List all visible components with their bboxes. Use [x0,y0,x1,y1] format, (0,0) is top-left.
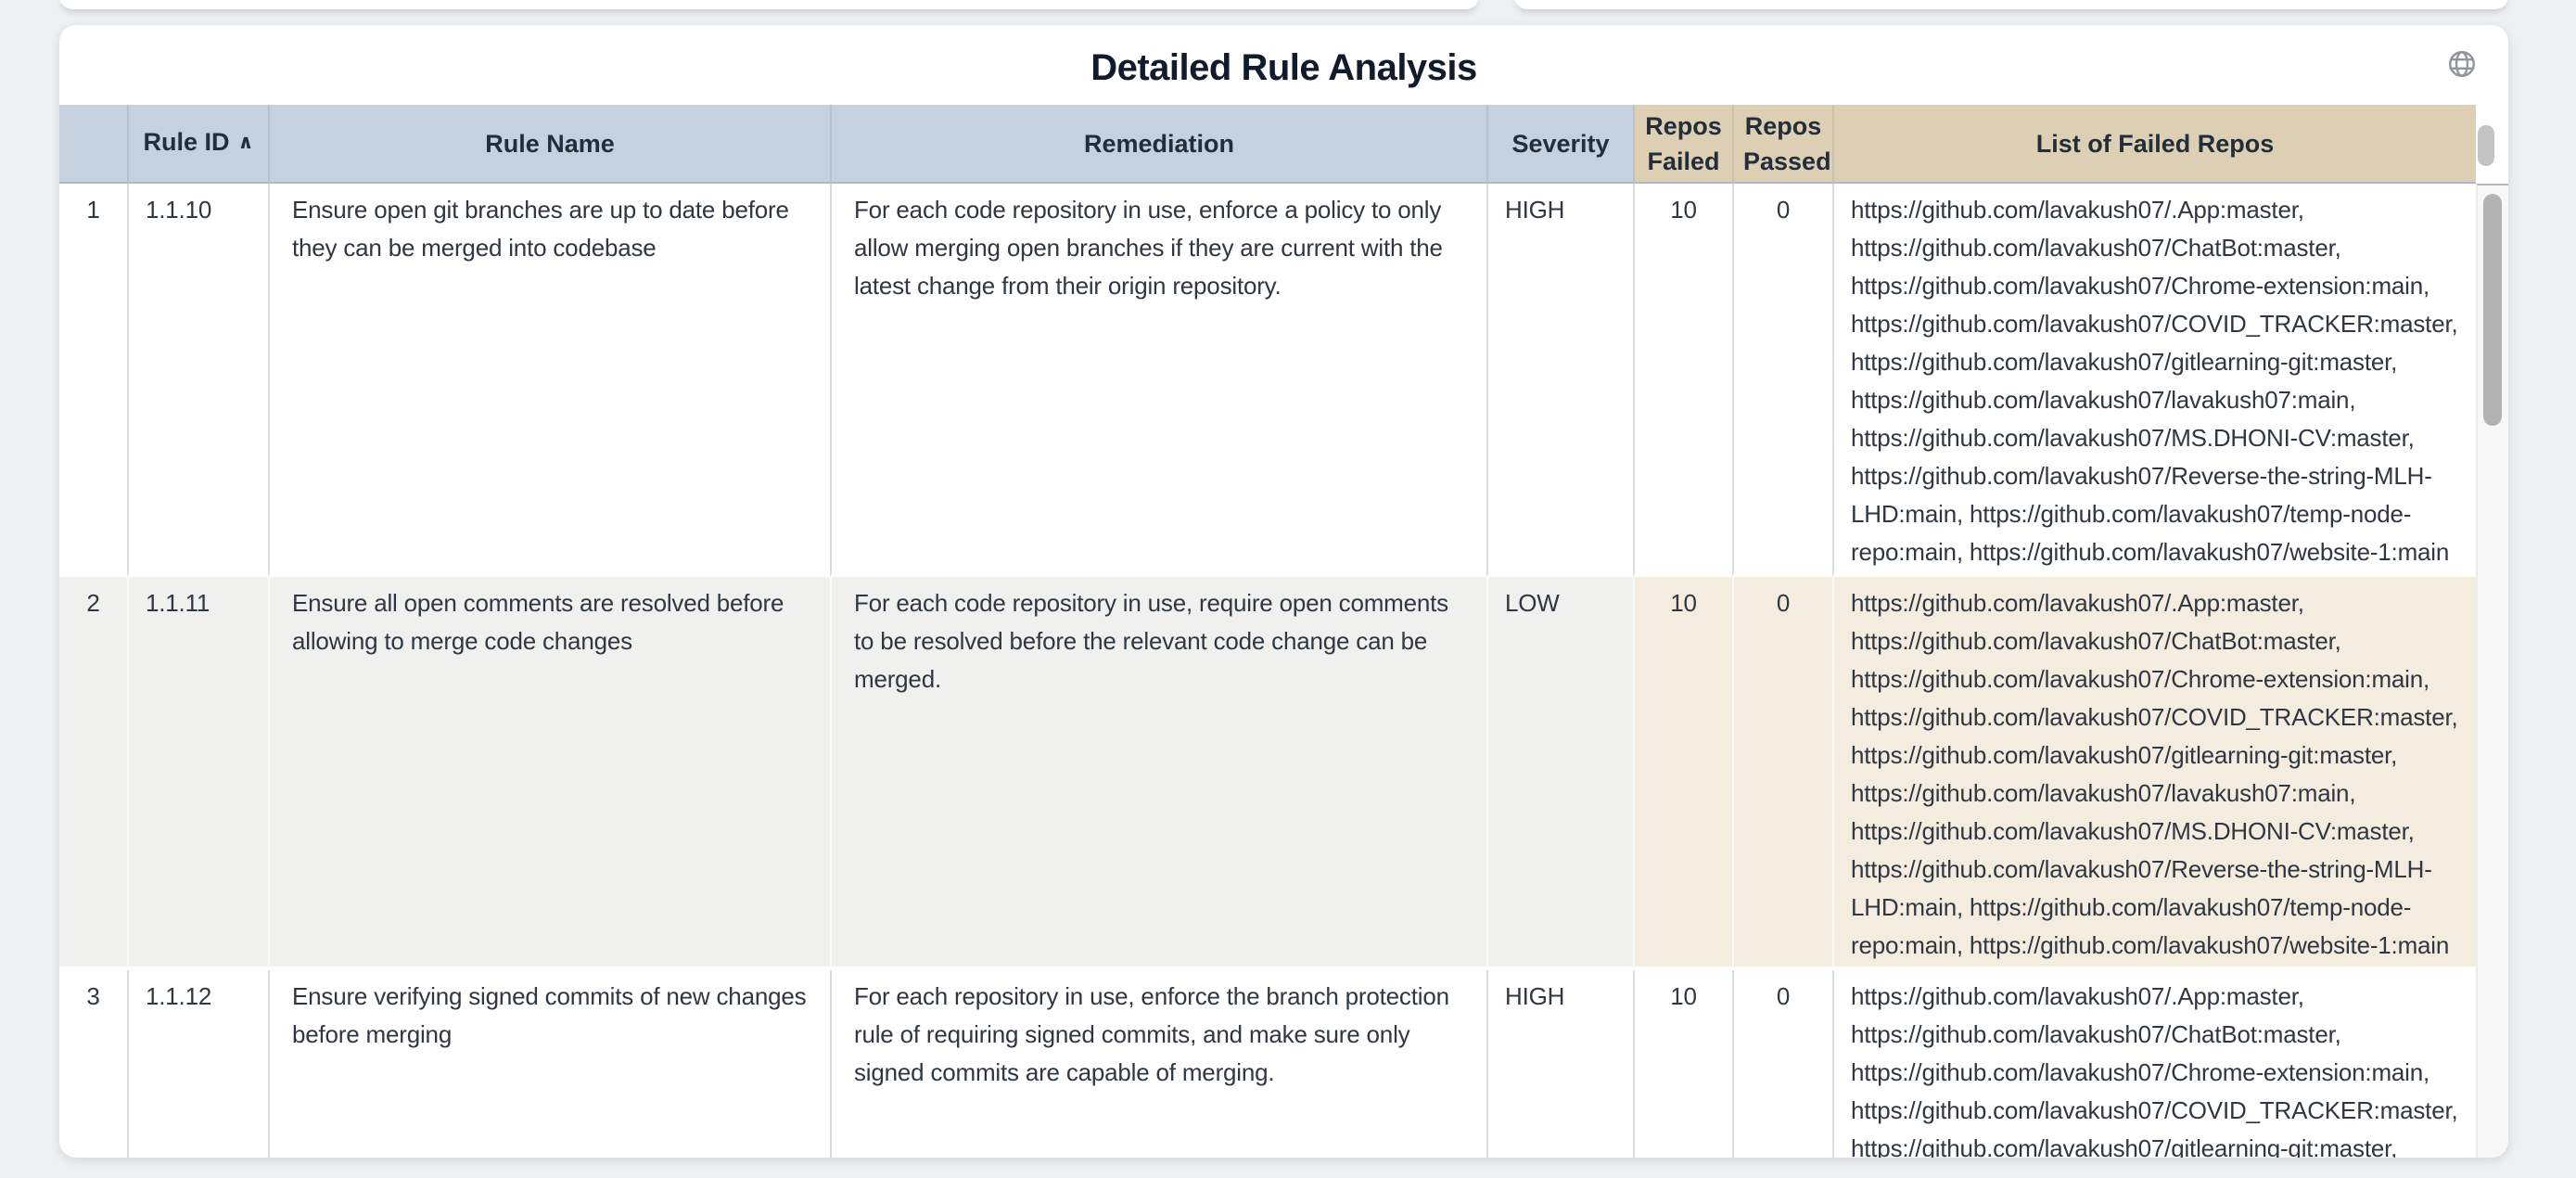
cell-repos-passed: 0 [1732,184,1832,577]
cell-rule-id: 1.1.11 [127,577,268,970]
cell-remediation: For each repository in use, enforce the … [830,970,1486,1158]
column-header-repos_failed[interactable]: Repos Failed [1633,105,1732,184]
cell-remediation: For each code repository in use, require… [830,577,1486,970]
cell-severity: LOW [1486,577,1633,970]
detailed-rule-analysis-card: Detailed Rule Analysis Rule ID ∧ Rule Name… [59,25,2508,1158]
table-row: 21.1.11Ensure all open comments are reso… [59,577,2476,970]
card-header: Detailed Rule Analysis [59,25,2508,105]
page-title: Detailed Rule Analysis [59,25,2508,88]
scrollbar-thumb[interactable] [2483,194,2502,426]
card-above-right-sliver [1514,0,2508,9]
column-header-label: Severity [1511,130,1609,158]
card-above-left-sliver [59,0,1479,9]
cell-severity: HIGH [1486,184,1633,577]
column-header-remediation[interactable]: Remediation [830,105,1486,184]
column-header-label: Repos Failed [1645,112,1722,175]
scrollbar-thumb-fragment [2478,125,2494,166]
cell-severity: HIGH [1486,970,1633,1158]
cell-repos-failed: 10 [1633,184,1732,577]
vertical-scrollbar[interactable] [2476,184,2508,1158]
cell-failed-repos: https://github.com/lavakush07/.App:maste… [1832,970,2476,1158]
column-header-rule_name[interactable]: Rule Name [268,105,830,184]
column-header-index[interactable] [59,105,127,184]
column-header-failed_repos[interactable]: List of Failed Repos [1832,105,2476,184]
sort-ascending-icon: ∧ [237,132,253,153]
table-row: 11.1.10Ensure open git branches are up t… [59,184,2476,577]
rule-analysis-table: Rule ID ∧ Rule Name Remediation Severity Repo… [59,105,2508,1158]
cell-rule-name: Ensure open git branches are up to date … [268,184,830,577]
cell-rule-id: 1.1.12 [127,970,268,1158]
cell-index: 3 [59,970,127,1158]
cell-remediation: For each code repository in use, enforce… [830,184,1486,577]
data-table: Rule ID ∧ Rule Name Remediation Severity Repo… [59,105,2476,1158]
column-header-repos_passed[interactable]: Repos Passed [1732,105,1832,184]
column-header-label: Repos Passed [1743,112,1831,175]
column-header-label: Remediation [1084,130,1234,158]
column-header-label: List of Failed Repos [2036,130,2275,158]
column-header-severity[interactable]: Severity [1486,105,1633,184]
column-header-label: Rule ID [143,128,229,156]
table-header-row: Rule ID ∧ Rule Name Remediation Severity Repo… [59,105,2476,184]
cell-failed-repos: https://github.com/lavakush07/.App:maste… [1832,184,2476,577]
cell-rule-id: 1.1.10 [127,184,268,577]
cell-repos-failed: 10 [1633,577,1732,970]
cell-rule-name: Ensure all open comments are resolved be… [268,577,830,970]
column-header-label: Rule Name [485,130,615,158]
cell-rule-name: Ensure verifying signed commits of new c… [268,970,830,1158]
cell-repos-failed: 10 [1633,970,1732,1158]
cell-index: 1 [59,184,127,577]
cell-repos-passed: 0 [1732,970,1832,1158]
globe-icon[interactable] [2446,48,2478,80]
cell-index: 2 [59,577,127,970]
table-row: 31.1.12Ensure verifying signed commits o… [59,970,2476,1158]
column-header-rule_id[interactable]: Rule ID ∧ [127,105,268,184]
cell-failed-repos: https://github.com/lavakush07/.App:maste… [1832,577,2476,970]
cell-repos-passed: 0 [1732,577,1832,970]
